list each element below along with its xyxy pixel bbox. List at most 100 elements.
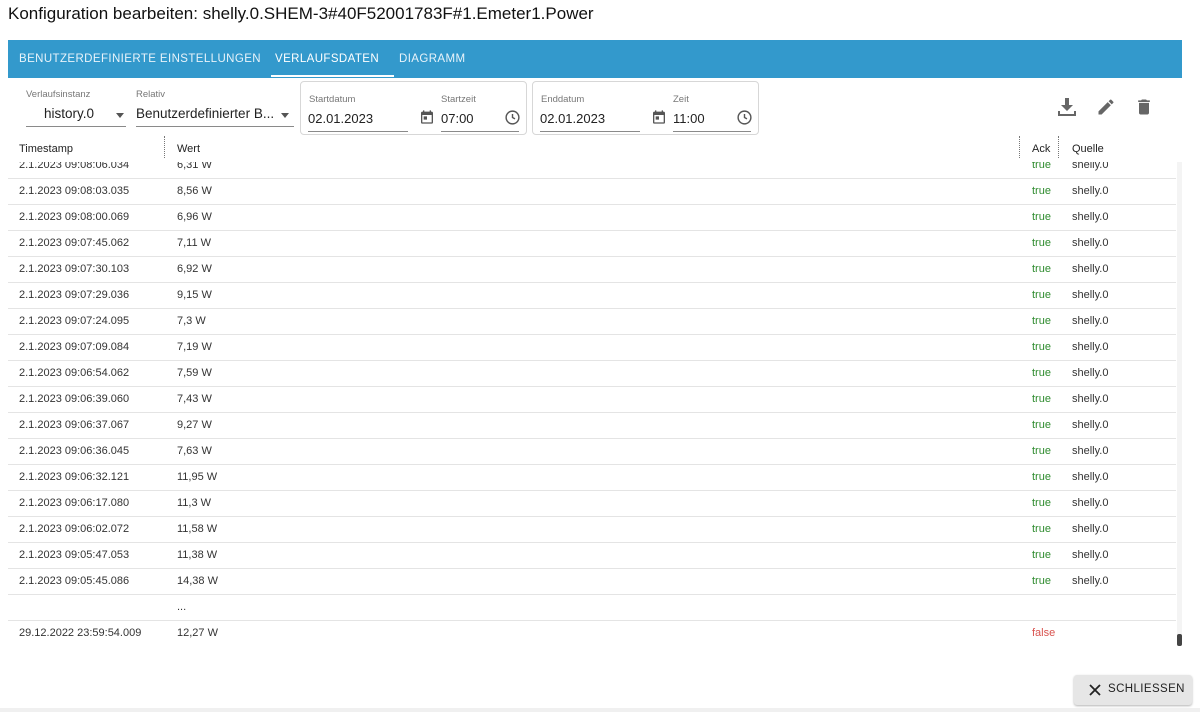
cell-timestamp: 2.1.2023 09:07:45.062: [19, 237, 130, 249]
start-date-input[interactable]: 02.01.2023: [308, 111, 373, 126]
table-row[interactable]: 2.1.2023 09:08:06.034 6,31 W true shelly.0: [8, 162, 1176, 179]
cell-timestamp: 2.1.2023 09:05:45.086: [19, 575, 130, 587]
cell-ack: true: [1032, 419, 1051, 431]
column-header-value[interactable]: Wert: [177, 143, 200, 155]
table-row[interactable]: 2.1.2023 09:06:17.080 11,3 W true shelly.0: [8, 490, 1176, 517]
cell-source: shelly.0: [1072, 523, 1109, 535]
start-time-label: Startzeit: [441, 94, 476, 105]
cell-timestamp: 2.1.2023 09:07:24.095: [19, 315, 130, 327]
cell-value: 14,38 W: [177, 575, 218, 587]
end-time-label: Zeit: [673, 94, 689, 105]
cell-value: 7,43 W: [177, 393, 212, 405]
end-time-input[interactable]: 11:00: [673, 111, 705, 126]
vertical-scrollbar[interactable]: [1177, 162, 1182, 646]
calendar-icon[interactable]: [651, 109, 667, 125]
cell-ack: true: [1032, 471, 1051, 483]
clock-icon[interactable]: [504, 109, 521, 126]
cell-value: 6,96 W: [177, 211, 212, 223]
cell-value: 6,92 W: [177, 263, 212, 275]
relative-select[interactable]: Relativ Benutzerdefinierter B...: [136, 89, 294, 127]
cell-value: 9,15 W: [177, 289, 212, 301]
cell-value: ...: [177, 601, 187, 613]
table-row[interactable]: ...: [8, 594, 1176, 621]
cell-source: shelly.0: [1072, 289, 1109, 301]
cell-source: shelly.0: [1072, 162, 1109, 171]
clock-icon[interactable]: [736, 109, 753, 126]
table-row[interactable]: 29.12.2022 23:59:54.009 12,27 W false: [8, 620, 1176, 646]
table-row[interactable]: 2.1.2023 09:05:45.086 14,38 W true shelly.0: [8, 568, 1176, 595]
start-date-label: Startdatum: [309, 94, 356, 105]
instance-select-underline: [26, 126, 126, 127]
delete-icon[interactable]: [1134, 97, 1154, 117]
table-row[interactable]: 2.1.2023 09:06:54.062 7,59 W true shelly.0: [8, 360, 1176, 387]
cell-value: 7,3 W: [177, 315, 206, 327]
cell-timestamp: 2.1.2023 09:07:30.103: [19, 263, 130, 275]
table-row[interactable]: 2.1.2023 09:07:09.084 7,19 W true shelly.0: [8, 334, 1176, 361]
cell-ack: true: [1032, 263, 1051, 275]
cell-timestamp: 2.1.2023 09:06:36.045: [19, 445, 130, 457]
close-button[interactable]: SCHLIESSEN: [1074, 675, 1192, 705]
table-row[interactable]: 2.1.2023 09:06:39.060 7,43 W true shelly.0: [8, 386, 1176, 413]
table-row[interactable]: 2.1.2023 09:07:24.095 7,3 W true shelly.0: [8, 308, 1176, 335]
cell-source: shelly.0: [1072, 237, 1109, 249]
cell-ack: true: [1032, 393, 1051, 405]
instance-select-value: history.0: [44, 106, 95, 121]
end-date-input[interactable]: 02.01.2023: [540, 111, 605, 126]
cell-timestamp: 2.1.2023 09:05:47.053: [19, 549, 130, 561]
table-row[interactable]: 2.1.2023 09:07:30.103 6,92 W true shelly.0: [8, 256, 1176, 283]
cell-ack: true: [1032, 445, 1051, 457]
cell-source: shelly.0: [1072, 367, 1109, 379]
cell-timestamp: 2.1.2023 09:08:00.069: [19, 211, 130, 223]
table-row[interactable]: 2.1.2023 09:06:37.067 9,27 W true shelly.0: [8, 412, 1176, 439]
download-icon[interactable]: [1055, 95, 1079, 119]
cell-value: 7,59 W: [177, 367, 212, 379]
cell-value: 12,27 W: [177, 627, 218, 639]
relative-select-value: Benutzerdefinierter B...: [136, 106, 275, 121]
column-resize-handle[interactable]: [1019, 136, 1020, 158]
cell-value: 11,3 W: [177, 497, 212, 509]
close-icon: [1089, 684, 1101, 696]
column-header-timestamp[interactable]: Timestamp: [19, 143, 73, 155]
end-date-underline: [540, 131, 640, 132]
table-row[interactable]: 2.1.2023 09:05:47.053 11,38 W true shelly.0: [8, 542, 1176, 569]
start-time-underline: [441, 131, 519, 132]
cell-source: shelly.0: [1072, 419, 1109, 431]
table-row[interactable]: 2.1.2023 09:08:03.035 8,56 W true shelly.0: [8, 178, 1176, 205]
table-row[interactable]: 2.1.2023 09:06:02.072 11,58 W true shelly.0: [8, 516, 1176, 543]
chevron-down-icon: [116, 113, 124, 118]
table-row[interactable]: 2.1.2023 09:06:36.045 7,63 W true shelly.0: [8, 438, 1176, 465]
close-button-label: SCHLIESSEN: [1108, 683, 1185, 695]
table-row[interactable]: 2.1.2023 09:06:32.121 11,95 W true shelly.0: [8, 464, 1176, 491]
cell-value: 7,19 W: [177, 341, 212, 353]
instance-select-label: Verlaufsinstanz: [26, 89, 91, 100]
cell-value: 9,27 W: [177, 419, 212, 431]
end-datetime-group: Enddatum 02.01.2023 Zeit 11:00: [532, 81, 759, 135]
table-row[interactable]: 2.1.2023 09:08:00.069 6,96 W true shelly.0: [8, 204, 1176, 231]
table-row[interactable]: 2.1.2023 09:07:29.036 9,15 W true shelly.0: [8, 282, 1176, 309]
tab-history-data[interactable]: VERLAUFSDATEN: [275, 40, 379, 78]
column-header-ack[interactable]: Ack: [1032, 143, 1050, 155]
cell-ack: true: [1032, 185, 1051, 197]
cell-source: shelly.0: [1072, 497, 1109, 509]
start-time-input[interactable]: 07:00: [441, 111, 474, 126]
cell-source: shelly.0: [1072, 185, 1109, 197]
scrollbar-thumb[interactable]: [1177, 634, 1182, 646]
cell-timestamp: 2.1.2023 09:06:39.060: [19, 393, 130, 405]
column-resize-handle[interactable]: [164, 136, 165, 158]
calendar-icon[interactable]: [419, 109, 435, 125]
column-resize-handle[interactable]: [1058, 136, 1059, 158]
tab-custom-settings[interactable]: BENUTZERDEFINIERTE EINSTELLUNGEN: [19, 40, 261, 78]
tab-chart[interactable]: DIAGRAMM: [399, 40, 465, 78]
cell-source: shelly.0: [1072, 341, 1109, 353]
cell-source: shelly.0: [1072, 263, 1109, 275]
edit-icon[interactable]: [1096, 97, 1116, 117]
table-body[interactable]: 2.1.2023 09:08:06.034 6,31 Wtrue shelly.0 2…: [8, 162, 1176, 646]
chevron-down-icon: [281, 113, 289, 118]
instance-select[interactable]: Verlaufsinstanz history.0: [26, 89, 126, 127]
table-row[interactable]: 2.1.2023 09:07:45.062 7,11 W true shelly.0: [8, 230, 1176, 257]
column-header-source[interactable]: Quelle: [1072, 143, 1104, 155]
cell-ack: true: [1032, 289, 1051, 301]
cell-source: shelly.0: [1072, 211, 1109, 223]
cell-timestamp: 2.1.2023 09:07:29.036: [19, 289, 130, 301]
cell-value: 11,38 W: [177, 549, 218, 561]
